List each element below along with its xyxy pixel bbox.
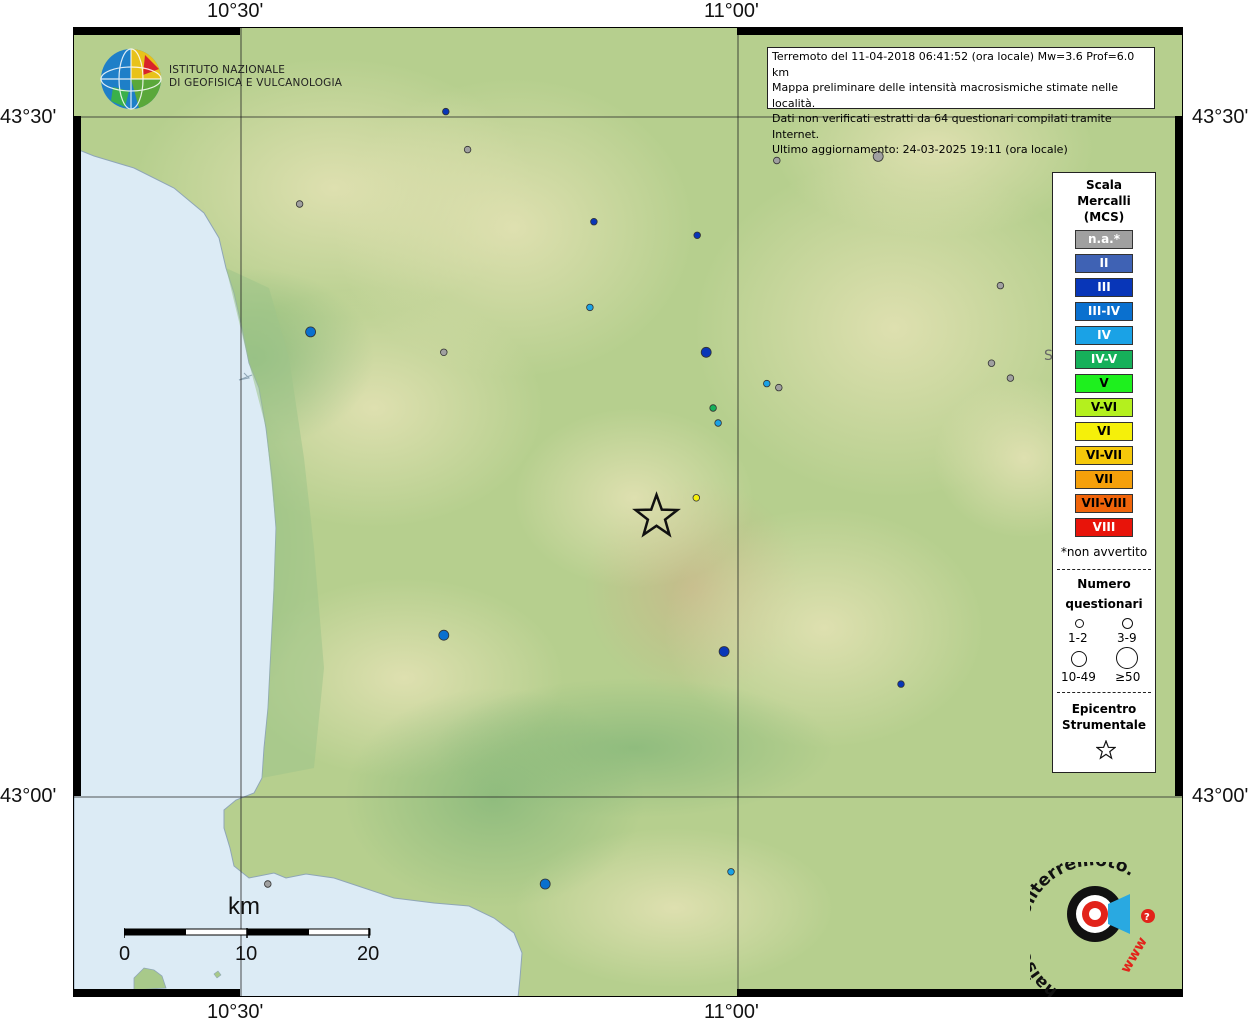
scale-unit: km (228, 893, 260, 920)
ingv-line-2: DI GEOFISICA E VULCANOLOGIA (169, 77, 343, 89)
legend-divider-1 (1057, 569, 1151, 570)
data-source-note: Dati non verificati estratti da 64 quest… (772, 112, 1112, 141)
scale-label-20: 20 (357, 943, 380, 965)
size-circle-large (1071, 651, 1087, 667)
size-label-50-plus: ≥50 (1115, 670, 1141, 684)
map-description: Mappa preliminare delle intensità macros… (772, 81, 1118, 110)
lat-label-left-1: 43°30' (0, 106, 57, 128)
legend-divider-2 (1057, 692, 1151, 693)
legend-swatch: VIII (1075, 518, 1133, 537)
lon-label-bottom-1: 10°30' (207, 1001, 264, 1023)
event-info-box: Terremoto del 11-04-2018 06:41:52 (ora l… (767, 47, 1155, 156)
epicenter-star-icon (1096, 740, 1116, 760)
last-update: Ultimo aggiornamento: 24-03-2025 19:11 (… (772, 143, 1068, 156)
legend-swatch: III-IV (1075, 302, 1133, 321)
legend-swatch: IV (1075, 326, 1133, 345)
size-label-10-49: 10-49 (1061, 670, 1096, 684)
size-label-3-9: 3-9 (1117, 631, 1137, 645)
lon-label-top-1: 10°30' (207, 0, 264, 22)
epicenter-title-line-1: Epicentro (1071, 702, 1137, 716)
lat-label-left-2: 43°00' (0, 785, 57, 807)
legend-swatch: VII (1075, 470, 1133, 489)
hsit-logo-icon: haisentitoilterremoto.it ? www (1030, 862, 1155, 997)
legend-swatch: II (1075, 254, 1133, 273)
legend-title-line-3: (MCS) (1083, 210, 1125, 224)
ingv-logo-text: ISTITUTO NAZIONALE DI GEOFISICA E VULCAN… (169, 64, 342, 90)
event-title: Terremoto del 11-04-2018 06:41:52 (ora l… (772, 50, 1135, 79)
map-frame-border (73, 27, 1183, 997)
not-felt-note: *non avvertito (1060, 545, 1148, 559)
legend-swatch: VII-VIII (1075, 494, 1133, 513)
legend-swatch: VI-VII (1075, 446, 1133, 465)
legend-title: Scala Mercalli (MCS) (1053, 177, 1155, 225)
size-circle-small (1075, 619, 1084, 628)
count-title-line-1: Numero (1077, 577, 1131, 591)
legend-title-line-1: Scala (1085, 178, 1123, 192)
legend-swatch: III (1075, 278, 1133, 297)
legend-swatch: V (1075, 374, 1133, 393)
size-label-1-2: 1-2 (1068, 631, 1088, 645)
ingv-globe-icon (100, 48, 162, 110)
epicenter-title-line-2: Strumentale (1061, 718, 1147, 732)
legend: Scala Mercalli (MCS) n.a.* II III III-IV IV I… (1052, 172, 1156, 773)
lat-label-right-2: 43°00' (1192, 785, 1249, 807)
svg-text:?: ? (1144, 912, 1150, 923)
size-circle-xlarge (1116, 647, 1138, 669)
epicenter-title: Epicentro Strumentale (1053, 701, 1155, 733)
count-title-line-2: questionari (1065, 597, 1143, 611)
size-circle-medium (1122, 618, 1133, 629)
legend-swatch: V-VI (1075, 398, 1133, 417)
count-title: Numero questionari (1053, 574, 1155, 614)
scale-label-0: 0 (119, 943, 131, 965)
scale-label-10: 10 (235, 943, 258, 965)
lon-label-top-2: 11°00' (704, 0, 759, 22)
legend-swatch: n.a.* (1075, 230, 1133, 249)
legend-swatch: IV-V (1075, 350, 1133, 369)
hsit-www-text: www (1118, 934, 1151, 976)
lon-label-bottom-2: 11°00' (704, 1001, 759, 1023)
legend-swatch: VI (1075, 422, 1133, 441)
scale-bar-graphic (124, 928, 371, 938)
lat-label-right-1: 43°30' (1192, 106, 1249, 128)
legend-title-line-2: Mercalli (1077, 194, 1131, 208)
ingv-line-1: ISTITUTO NAZIONALE (169, 64, 286, 76)
